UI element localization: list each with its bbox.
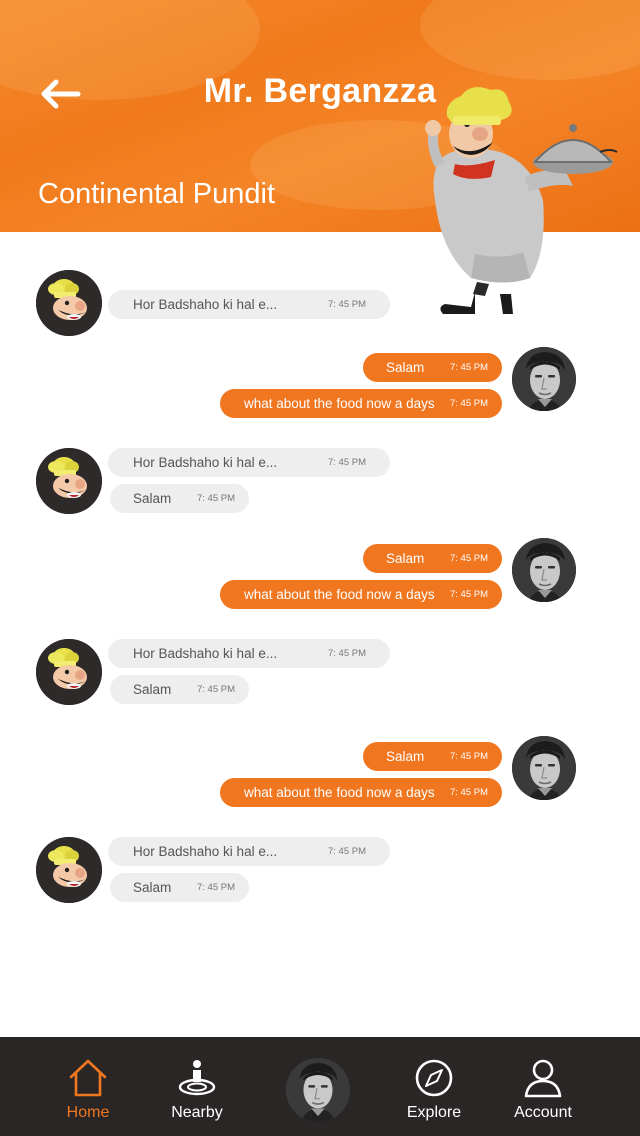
message-time: 7: 45 PM	[197, 493, 236, 504]
tab-explore[interactable]: Explore	[393, 1037, 475, 1136]
user-icon	[524, 1059, 562, 1098]
outgoing-message: Salam 7: 45 PM	[363, 544, 502, 573]
location-pin-icon	[178, 1060, 216, 1096]
incoming-message: Hor Badshaho ki hal e... 7: 45 PM	[108, 837, 390, 866]
chef-avatar	[36, 448, 102, 514]
message-text: Hor Badshaho ki hal e...	[133, 646, 278, 661]
message-text: Hor Badshaho ki hal e...	[133, 455, 278, 470]
incoming-message: Hor Badshaho ki hal e... 7: 45 PM	[108, 448, 390, 477]
message-text: Salam	[386, 749, 425, 764]
message-time: 7: 45 PM	[197, 882, 236, 893]
header-texture	[420, 0, 640, 80]
profile-avatar[interactable]	[286, 1058, 350, 1122]
page-subtitle: Continental Pundit	[38, 178, 275, 210]
message-time: 7: 45 PM	[328, 648, 367, 659]
message-time: 7: 45 PM	[197, 684, 236, 695]
tab-home-label: Home	[66, 1104, 110, 1121]
tab-nearby[interactable]: Nearby	[156, 1037, 238, 1136]
message-text: what about the food now a days	[244, 785, 435, 800]
user-avatar	[512, 736, 576, 800]
incoming-message: Hor Badshaho ki hal e... 7: 45 PM	[108, 639, 390, 668]
message-text: Salam	[133, 491, 172, 506]
message-time: 7: 45 PM	[450, 787, 489, 798]
user-avatar	[512, 538, 576, 602]
message-list[interactable]: Hor Badshaho ki hal e... 7: 45 PM Salam …	[0, 232, 640, 1037]
message-time: 7: 45 PM	[450, 362, 489, 373]
outgoing-message: Salam 7: 45 PM	[363, 742, 502, 771]
tab-explore-label: Explore	[406, 1104, 462, 1121]
chef-avatar	[36, 639, 102, 705]
compass-icon	[415, 1059, 453, 1097]
incoming-message: Salam 7: 45 PM	[110, 484, 249, 513]
tab-home[interactable]: Home	[47, 1037, 129, 1136]
home-icon	[69, 1059, 107, 1097]
message-text: Salam	[386, 360, 425, 375]
message-text: what about the food now a days	[244, 396, 435, 411]
tab-account-label: Account	[514, 1104, 572, 1121]
outgoing-message: Salam 7: 45 PM	[363, 353, 502, 382]
message-text: Salam	[386, 551, 425, 566]
message-time: 7: 45 PM	[450, 398, 489, 409]
outgoing-message: what about the food now a days 7: 45 PM	[220, 580, 502, 609]
message-time: 7: 45 PM	[328, 299, 367, 310]
message-text: Salam	[133, 682, 172, 697]
message-text: Salam	[133, 880, 172, 895]
incoming-message: Salam 7: 45 PM	[110, 675, 249, 704]
incoming-message: Hor Badshaho ki hal e... 7: 45 PM	[108, 290, 390, 319]
message-time: 7: 45 PM	[450, 751, 489, 762]
message-time: 7: 45 PM	[328, 846, 367, 857]
message-text: Hor Badshaho ki hal e...	[133, 844, 278, 859]
user-avatar	[512, 347, 576, 411]
tab-nearby-label: Nearby	[171, 1104, 223, 1121]
bottom-tab-bar: Home Nearby Explore Account	[0, 1037, 640, 1136]
chef-avatar	[36, 837, 102, 903]
message-time: 7: 45 PM	[328, 457, 367, 468]
message-text: Hor Badshaho ki hal e...	[133, 297, 278, 312]
chef-mascot	[425, 87, 618, 314]
message-text: what about the food now a days	[244, 587, 435, 602]
tab-account[interactable]: Account	[502, 1037, 584, 1136]
message-time: 7: 45 PM	[450, 553, 489, 564]
message-time: 7: 45 PM	[450, 589, 489, 600]
incoming-message: Salam 7: 45 PM	[110, 873, 249, 902]
chef-avatar	[36, 270, 102, 336]
outgoing-message: what about the food now a days 7: 45 PM	[220, 778, 502, 807]
outgoing-message: what about the food now a days 7: 45 PM	[220, 389, 502, 418]
